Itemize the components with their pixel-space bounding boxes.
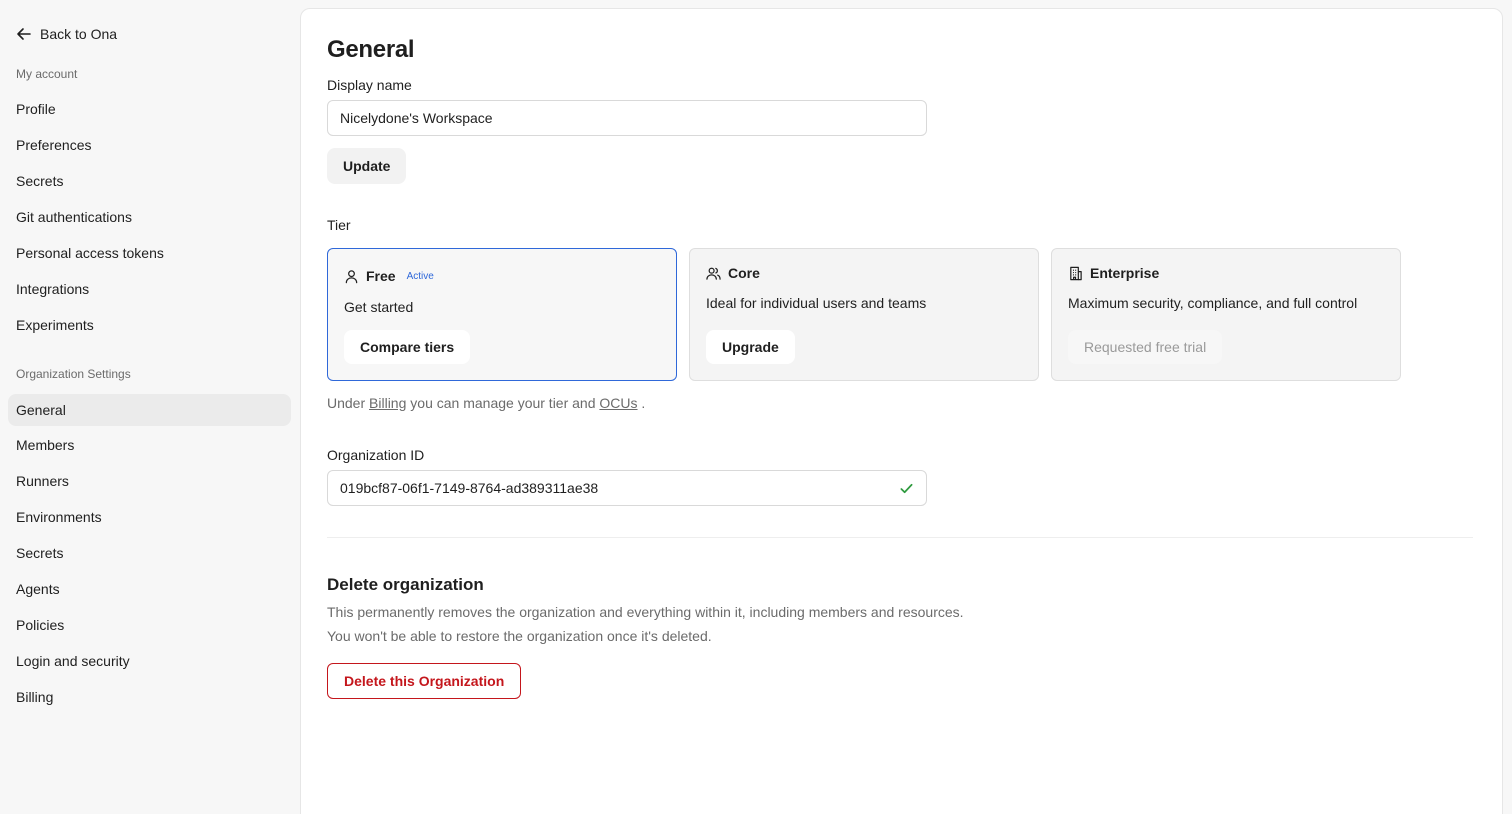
sidebar-item-billing[interactable]: Billing xyxy=(8,681,291,713)
ocus-link[interactable]: OCUs xyxy=(599,395,637,411)
display-name-label: Display name xyxy=(327,77,412,93)
tier-hint-text: Under Billing you can manage your tier a… xyxy=(327,395,645,411)
delete-description-line-1: This permanently removes the organizatio… xyxy=(327,604,964,620)
hint-prefix: Under xyxy=(327,395,366,411)
my-account-section-label: My account xyxy=(16,67,78,81)
tier-free-header: Free Active xyxy=(344,268,434,284)
sidebar-item-experiments[interactable]: Experiments xyxy=(8,309,291,341)
sidebar-item-org-secrets[interactable]: Secrets xyxy=(8,537,291,569)
sidebar-item-integrations[interactable]: Integrations xyxy=(8,273,291,305)
tier-free-name: Free xyxy=(366,268,396,284)
organization-id-value: 019bcf87-06f1-7149-8764-ad389311ae38 xyxy=(340,480,599,496)
sidebar-item-agents[interactable]: Agents xyxy=(8,573,291,605)
back-to-ona-label: Back to Ona xyxy=(40,26,118,42)
page-title: General xyxy=(327,36,415,63)
sidebar-item-preferences[interactable]: Preferences xyxy=(8,129,291,161)
display-name-input[interactable] xyxy=(327,100,927,136)
sidebar-item-git-authentications[interactable]: Git authentications xyxy=(8,201,291,233)
billing-link[interactable]: Billing xyxy=(369,395,406,411)
sidebar-item-environments[interactable]: Environments xyxy=(8,501,291,533)
delete-organization-button[interactable]: Delete this Organization xyxy=(327,663,522,699)
compare-tiers-button[interactable]: Compare tiers xyxy=(344,330,471,364)
arrow-left-icon xyxy=(17,28,31,40)
requested-free-trial-button: Requested free trial xyxy=(1068,330,1223,364)
back-to-ona-link[interactable]: Back to Ona xyxy=(16,24,117,44)
tier-card-enterprise[interactable]: Enterprise Maximum security, compliance,… xyxy=(1051,248,1401,381)
sidebar-item-policies[interactable]: Policies xyxy=(8,609,291,641)
organization-settings-section-label: Organization Settings xyxy=(16,367,131,381)
delete-organization-title: Delete organization xyxy=(327,575,484,594)
tier-core-description: Ideal for individual users and teams xyxy=(706,295,927,311)
hint-suffix: . xyxy=(641,395,646,411)
organization-id-field[interactable]: 019bcf87-06f1-7149-8764-ad389311ae38 xyxy=(327,470,927,506)
user-icon xyxy=(345,269,358,283)
tier-core-name: Core xyxy=(728,265,760,281)
sidebar-item-members[interactable]: Members xyxy=(8,429,291,461)
update-button[interactable]: Update xyxy=(327,148,407,184)
sidebar-item-login-and-security[interactable]: Login and security xyxy=(8,645,291,677)
tier-enterprise-name: Enterprise xyxy=(1090,265,1160,281)
tier-core-header: Core xyxy=(706,265,760,281)
sidebar-item-runners[interactable]: Runners xyxy=(8,465,291,497)
tier-label: Tier xyxy=(327,217,351,233)
sidebar-item-general[interactable]: General xyxy=(8,394,291,426)
tier-card-core[interactable]: Core Ideal for individual users and team… xyxy=(689,248,1039,381)
tier-free-description: Get started xyxy=(344,299,414,315)
building-icon xyxy=(1070,266,1082,280)
active-badge: Active xyxy=(406,270,434,282)
check-icon xyxy=(900,483,913,494)
upgrade-button[interactable]: Upgrade xyxy=(706,330,795,364)
delete-description-line-2: You won't be able to restore the organiz… xyxy=(327,628,712,644)
sidebar-item-profile[interactable]: Profile xyxy=(8,93,291,125)
users-icon xyxy=(706,267,721,280)
tier-card-free[interactable]: Free Active Get started Compare tiers xyxy=(327,248,677,381)
settings-panel: General Display name Update Tier Free Ac… xyxy=(300,8,1503,814)
sidebar-item-personal-access-tokens[interactable]: Personal access tokens xyxy=(8,237,291,269)
tier-enterprise-header: Enterprise xyxy=(1068,265,1159,281)
section-divider xyxy=(327,537,1473,538)
sidebar: Back to Ona My account Profile Preferenc… xyxy=(0,0,300,814)
sidebar-item-secrets[interactable]: Secrets xyxy=(8,165,291,197)
tier-enterprise-description: Maximum security, compliance, and full c… xyxy=(1068,295,1358,311)
organization-id-label: Organization ID xyxy=(327,447,425,463)
hint-middle: you can manage your tier and xyxy=(410,395,596,411)
